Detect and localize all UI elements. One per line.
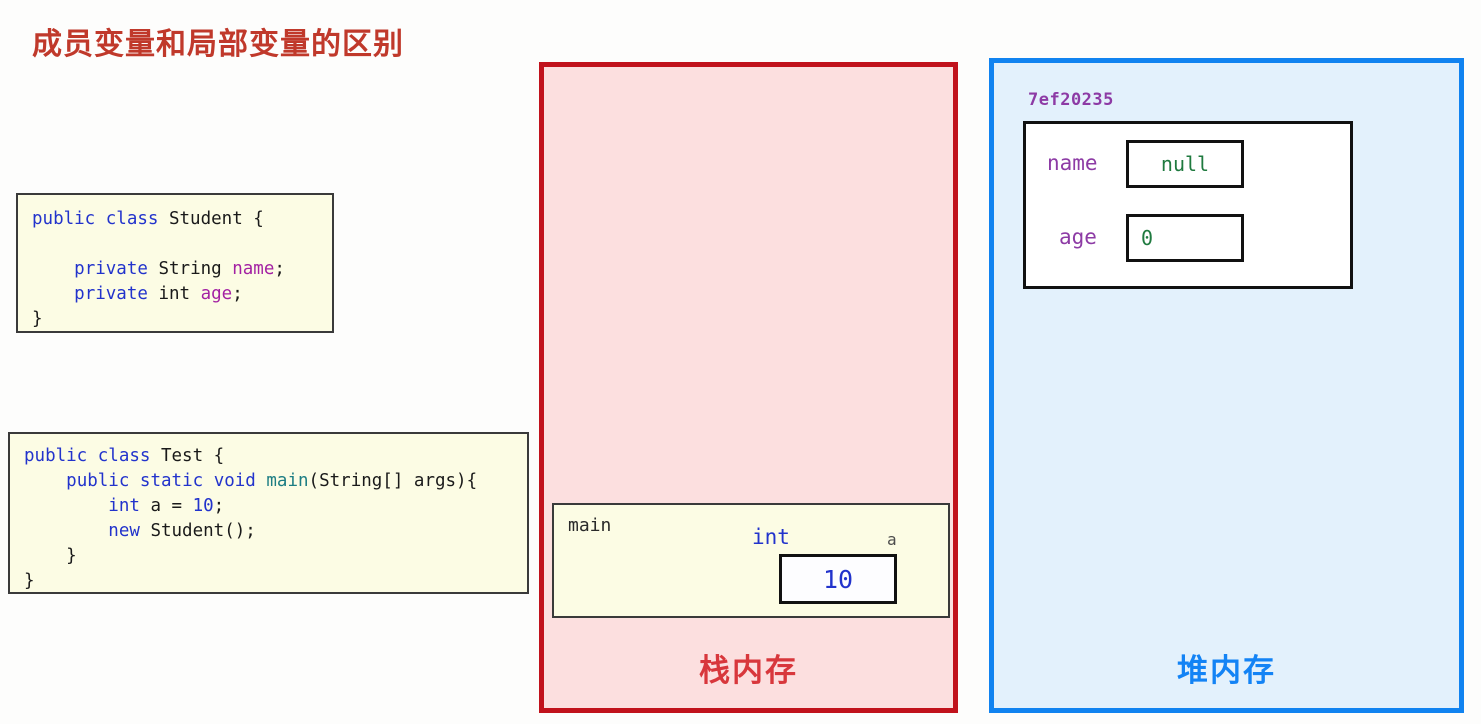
page-title: 成员变量和局部变量的区别 bbox=[32, 28, 404, 61]
code-line: } bbox=[24, 544, 527, 569]
code-token: class bbox=[105, 209, 159, 229]
code-token: private bbox=[74, 284, 148, 304]
stack-memory-panel: main int a 10 栈内存 bbox=[539, 62, 958, 713]
code-line: public static void main(String[] args){ bbox=[24, 469, 527, 494]
code-token: int bbox=[147, 284, 201, 304]
heap-field-name-value-box: null bbox=[1126, 140, 1244, 188]
code-token: static bbox=[139, 471, 204, 491]
heap-field-age-value: 0 bbox=[1141, 226, 1154, 250]
code-token: } bbox=[24, 571, 35, 591]
code-token: void bbox=[213, 471, 256, 491]
code-line: private String name; bbox=[32, 257, 332, 282]
stack-variable-value-box: 10 bbox=[779, 554, 897, 604]
heap-field-name: name null bbox=[1026, 140, 1350, 188]
code-token: public bbox=[66, 471, 130, 491]
code-block-test-class: public class Test { public static void m… bbox=[8, 432, 529, 594]
code-token: public bbox=[24, 446, 88, 466]
heap-object-box: name null age 0 bbox=[1023, 121, 1353, 289]
code-token: Student { bbox=[158, 209, 264, 229]
heap-field-name-label: name bbox=[1047, 151, 1098, 175]
code-line: } bbox=[32, 307, 332, 331]
stack-frame-main: main int a 10 bbox=[552, 503, 950, 618]
code-token: Test { bbox=[150, 446, 225, 466]
code-token: a = bbox=[139, 496, 193, 516]
code-line: } bbox=[24, 569, 527, 592]
code-token: ; bbox=[274, 259, 285, 279]
heap-field-age-label: age bbox=[1059, 225, 1097, 249]
stack-memory-label: 栈内存 bbox=[699, 653, 798, 688]
code-token: main bbox=[266, 471, 309, 491]
heap-memory-label: 堆内存 bbox=[1177, 653, 1276, 688]
code-token: (String[] args){ bbox=[308, 471, 478, 491]
code-token: private bbox=[74, 259, 148, 279]
stack-variable-type: int bbox=[752, 525, 790, 549]
code-token: int bbox=[108, 496, 140, 516]
heap-object-address: 7ef20235 bbox=[1028, 90, 1114, 110]
code-line: public class Student { bbox=[32, 207, 332, 232]
code-line: new Student(); bbox=[24, 519, 527, 544]
code-line: int a = 10; bbox=[24, 494, 527, 519]
code-token: String bbox=[147, 259, 233, 279]
heap-field-age-value-box: 0 bbox=[1126, 214, 1244, 262]
heap-field-name-value: null bbox=[1160, 152, 1210, 176]
stack-frame-label: main bbox=[568, 515, 612, 536]
code-token: public bbox=[32, 209, 96, 229]
code-token: name bbox=[232, 259, 275, 279]
heap-field-age: age 0 bbox=[1026, 214, 1350, 262]
code-token: class bbox=[97, 446, 151, 466]
code-line: private int age; bbox=[32, 282, 332, 307]
code-token: } bbox=[24, 546, 77, 566]
code-token: 10 bbox=[192, 496, 214, 516]
code-token: age bbox=[200, 284, 233, 304]
code-line: public class Test { bbox=[24, 444, 527, 469]
code-token: new bbox=[108, 521, 140, 541]
stack-variable-value: 10 bbox=[822, 564, 854, 594]
code-token: ; bbox=[213, 496, 225, 516]
code-token: ; bbox=[232, 284, 243, 304]
code-block-student-class: public class Student { private String na… bbox=[16, 193, 334, 333]
stack-variable-name: a bbox=[887, 530, 897, 549]
code-token: Student(); bbox=[139, 521, 256, 541]
heap-memory-panel: 7ef20235 name null age 0 堆内存 bbox=[989, 58, 1464, 713]
code-token: } bbox=[32, 309, 43, 329]
